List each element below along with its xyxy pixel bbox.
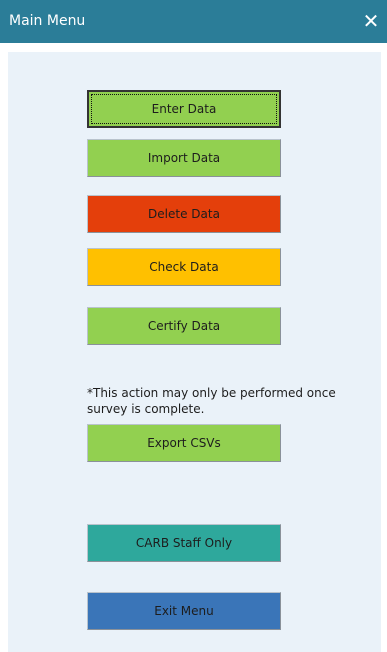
carb-staff-only-button[interactable]: CARB Staff Only [87,524,281,562]
check-data-button[interactable]: Check Data [87,248,281,286]
import-data-button[interactable]: Import Data [87,139,281,177]
delete-data-button[interactable]: Delete Data [87,195,281,233]
export-note: *This action may only be performed once … [87,386,336,416]
close-icon[interactable]: ✕ [361,10,381,32]
exit-menu-button[interactable]: Exit Menu [87,592,281,630]
window-title: Main Menu [9,13,86,29]
menu-body: Enter Data Import Data Delete Data Check… [8,52,381,652]
certify-data-button[interactable]: Certify Data [87,307,281,345]
enter-data-button[interactable]: Enter Data [87,90,281,128]
export-csvs-button[interactable]: Export CSVs [87,424,281,462]
title-bar: Main Menu ✕ [0,0,387,43]
main-menu-window: Main Menu ✕ Enter Data Import Data Delet… [0,0,387,652]
